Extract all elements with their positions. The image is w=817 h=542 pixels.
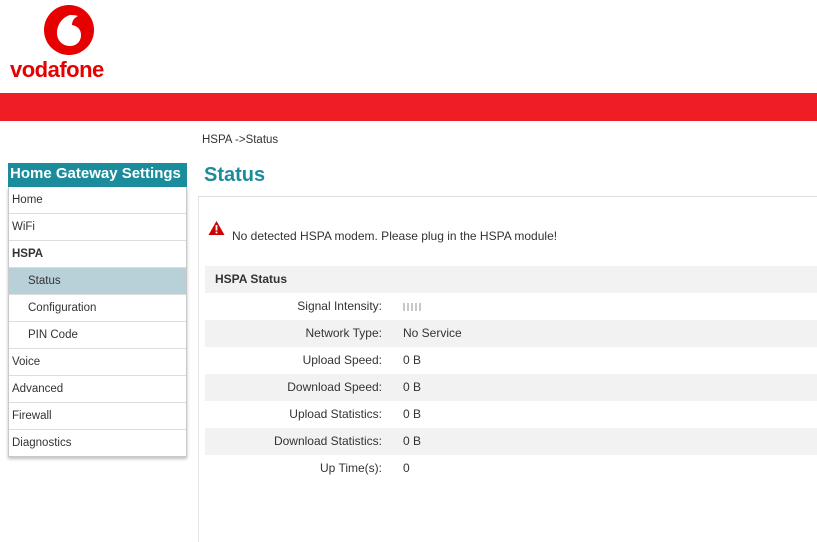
status-row-download-statistics: Download Statistics: 0 B [205, 428, 817, 455]
warning-text: No detected HSPA modem. Please plug in t… [232, 229, 558, 243]
status-row-network-type: Network Type: No Service [205, 320, 817, 347]
title-divider [198, 196, 817, 197]
hspa-status-header: HSPA Status [205, 266, 817, 293]
sidebar-item-advanced[interactable]: Advanced [9, 376, 186, 403]
sidebar-item-voice[interactable]: Voice [9, 349, 186, 376]
row-value: 0 B [403, 380, 422, 394]
row-label: Download Statistics: [273, 434, 382, 448]
sidebar-item-firewall[interactable]: Firewall [9, 403, 186, 430]
row-value: 0 B [403, 353, 422, 367]
status-row-download-speed: Download Speed: 0 B [205, 374, 817, 401]
status-row-up-time: Up Time(s): 0 [205, 455, 817, 482]
brand-name: vodafone [10, 57, 104, 82]
signal-strength-icon [403, 303, 421, 311]
warning-triangle-icon [208, 221, 225, 235]
status-row-upload-statistics: Upload Statistics: 0 B [205, 401, 817, 428]
page-title: Status [204, 164, 266, 186]
content-divider [198, 196, 199, 542]
sidebar-item-hspa-configuration[interactable]: Configuration [9, 295, 186, 322]
row-label: Up Time(s): [319, 461, 382, 475]
row-label: Download Speed: [287, 380, 382, 394]
sidebar-item-diagnostics[interactable]: Diagnostics [9, 430, 186, 456]
vodafone-logo: vodafone [10, 4, 130, 84]
sidebar: Home Gateway Settings Home WiFi HSPA Sta… [8, 163, 187, 457]
row-value: 0 B [403, 407, 422, 421]
row-label: Upload Statistics: [289, 407, 382, 421]
sidebar-item-wifi[interactable]: WiFi [9, 214, 186, 241]
sidebar-item-hspa-status[interactable]: Status [9, 268, 186, 295]
row-value: 0 [403, 461, 410, 475]
row-label: Signal Intensity: [297, 299, 382, 313]
header-bar [0, 93, 817, 121]
status-row-signal-intensity: Signal Intensity: [205, 293, 817, 320]
sidebar-item-home[interactable]: Home [9, 187, 186, 214]
sidebar-title: Home Gateway Settings [8, 163, 187, 187]
sidebar-menu: Home WiFi HSPA Status Configuration PIN … [8, 187, 187, 457]
row-label: Network Type: [305, 326, 382, 340]
sidebar-item-hspa[interactable]: HSPA [9, 241, 186, 268]
status-row-upload-speed: Upload Speed: 0 B [205, 347, 817, 374]
hspa-status-table: HSPA Status Signal Intensity: Network Ty… [205, 266, 817, 482]
row-label: Upload Speed: [302, 353, 382, 367]
row-value: 0 B [403, 434, 422, 448]
sidebar-item-hspa-pin-code[interactable]: PIN Code [9, 322, 186, 349]
row-value: No Service [403, 326, 462, 340]
vodafone-speechmark-icon [44, 5, 94, 55]
breadcrumb: HSPA ->Status [202, 134, 279, 146]
